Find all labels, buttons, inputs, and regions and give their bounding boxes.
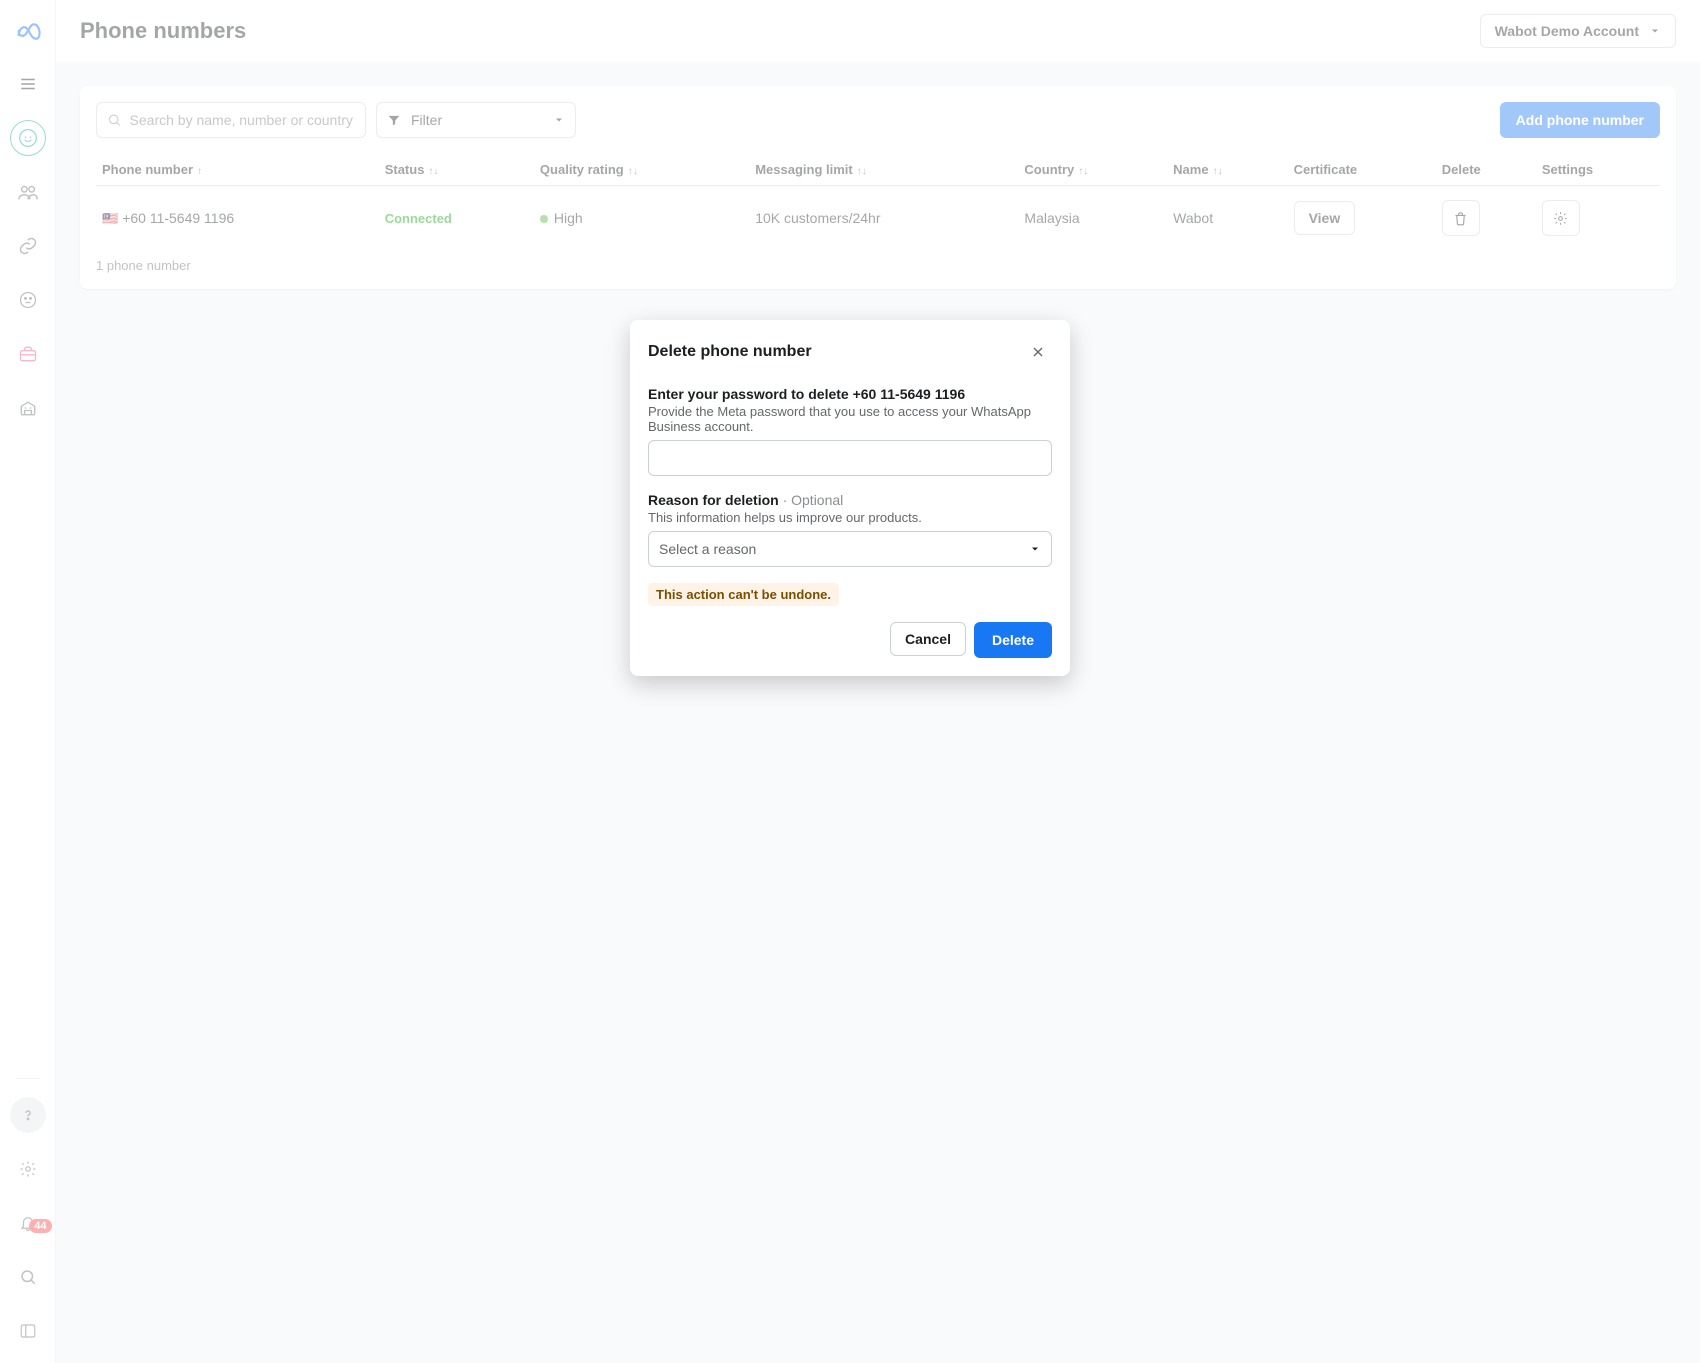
password-label: Enter your password to delete +60 11-564… xyxy=(648,386,1052,402)
close-modal-button[interactable] xyxy=(1024,338,1052,366)
cancel-button[interactable]: Cancel xyxy=(890,622,966,656)
password-field-block: Enter your password to delete +60 11-564… xyxy=(648,386,1052,476)
delete-phone-modal: Delete phone number Enter your password … xyxy=(630,320,1070,676)
password-input[interactable] xyxy=(648,440,1052,476)
modal-title: Delete phone number xyxy=(648,343,812,361)
password-help: Provide the Meta password that you use t… xyxy=(648,404,1052,434)
warning-message: This action can't be undone. xyxy=(648,583,839,606)
reason-field-block: Reason for deletion · Optional This info… xyxy=(648,492,1052,567)
close-icon xyxy=(1030,344,1046,360)
modal-actions: Cancel Delete xyxy=(648,622,1052,658)
optional-tag: · Optional xyxy=(779,492,844,508)
reason-select[interactable]: Select a reason xyxy=(648,531,1052,567)
reason-help: This information helps us improve our pr… xyxy=(648,510,1052,525)
delete-button[interactable]: Delete xyxy=(974,622,1052,658)
reason-placeholder: Select a reason xyxy=(659,541,756,557)
reason-label: Reason for deletion · Optional xyxy=(648,492,1052,508)
chevron-down-icon xyxy=(1029,543,1041,555)
modal-overlay: Delete phone number Enter your password … xyxy=(0,0,1700,1363)
